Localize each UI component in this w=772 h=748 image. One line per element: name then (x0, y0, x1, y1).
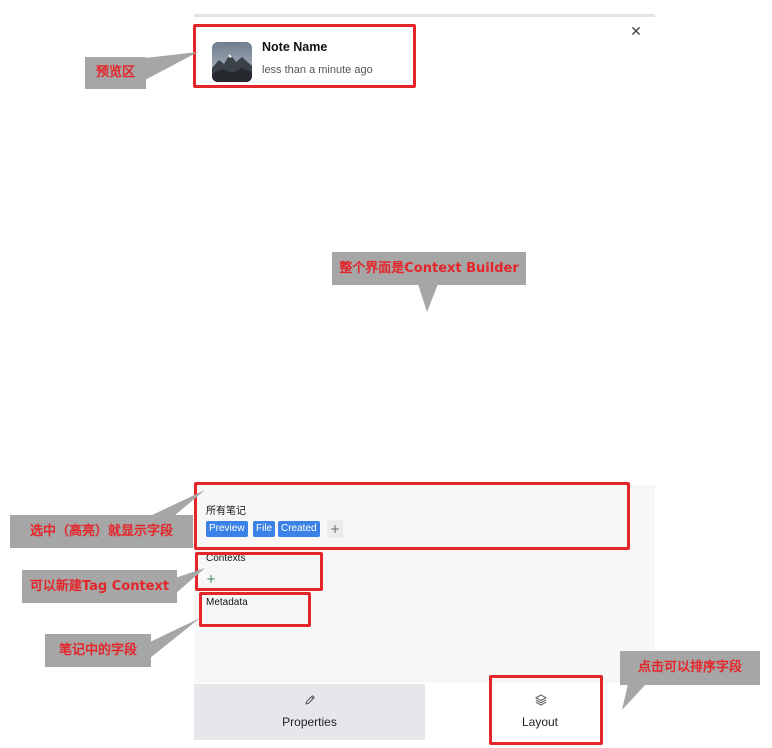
callout-preview-area: 预览区 (85, 57, 146, 89)
callout-click-sort: 点击可以排序字段 (620, 651, 760, 685)
callout-new-tag-context: 可以新建Tag Context (22, 570, 177, 603)
callout-select-highlight: 选中（高亮）就显示字段 (10, 515, 193, 548)
callout-whole-interface: 整个界面是Context Builder (332, 252, 526, 285)
callout-note-fields: 笔记中的字段 (45, 634, 151, 667)
